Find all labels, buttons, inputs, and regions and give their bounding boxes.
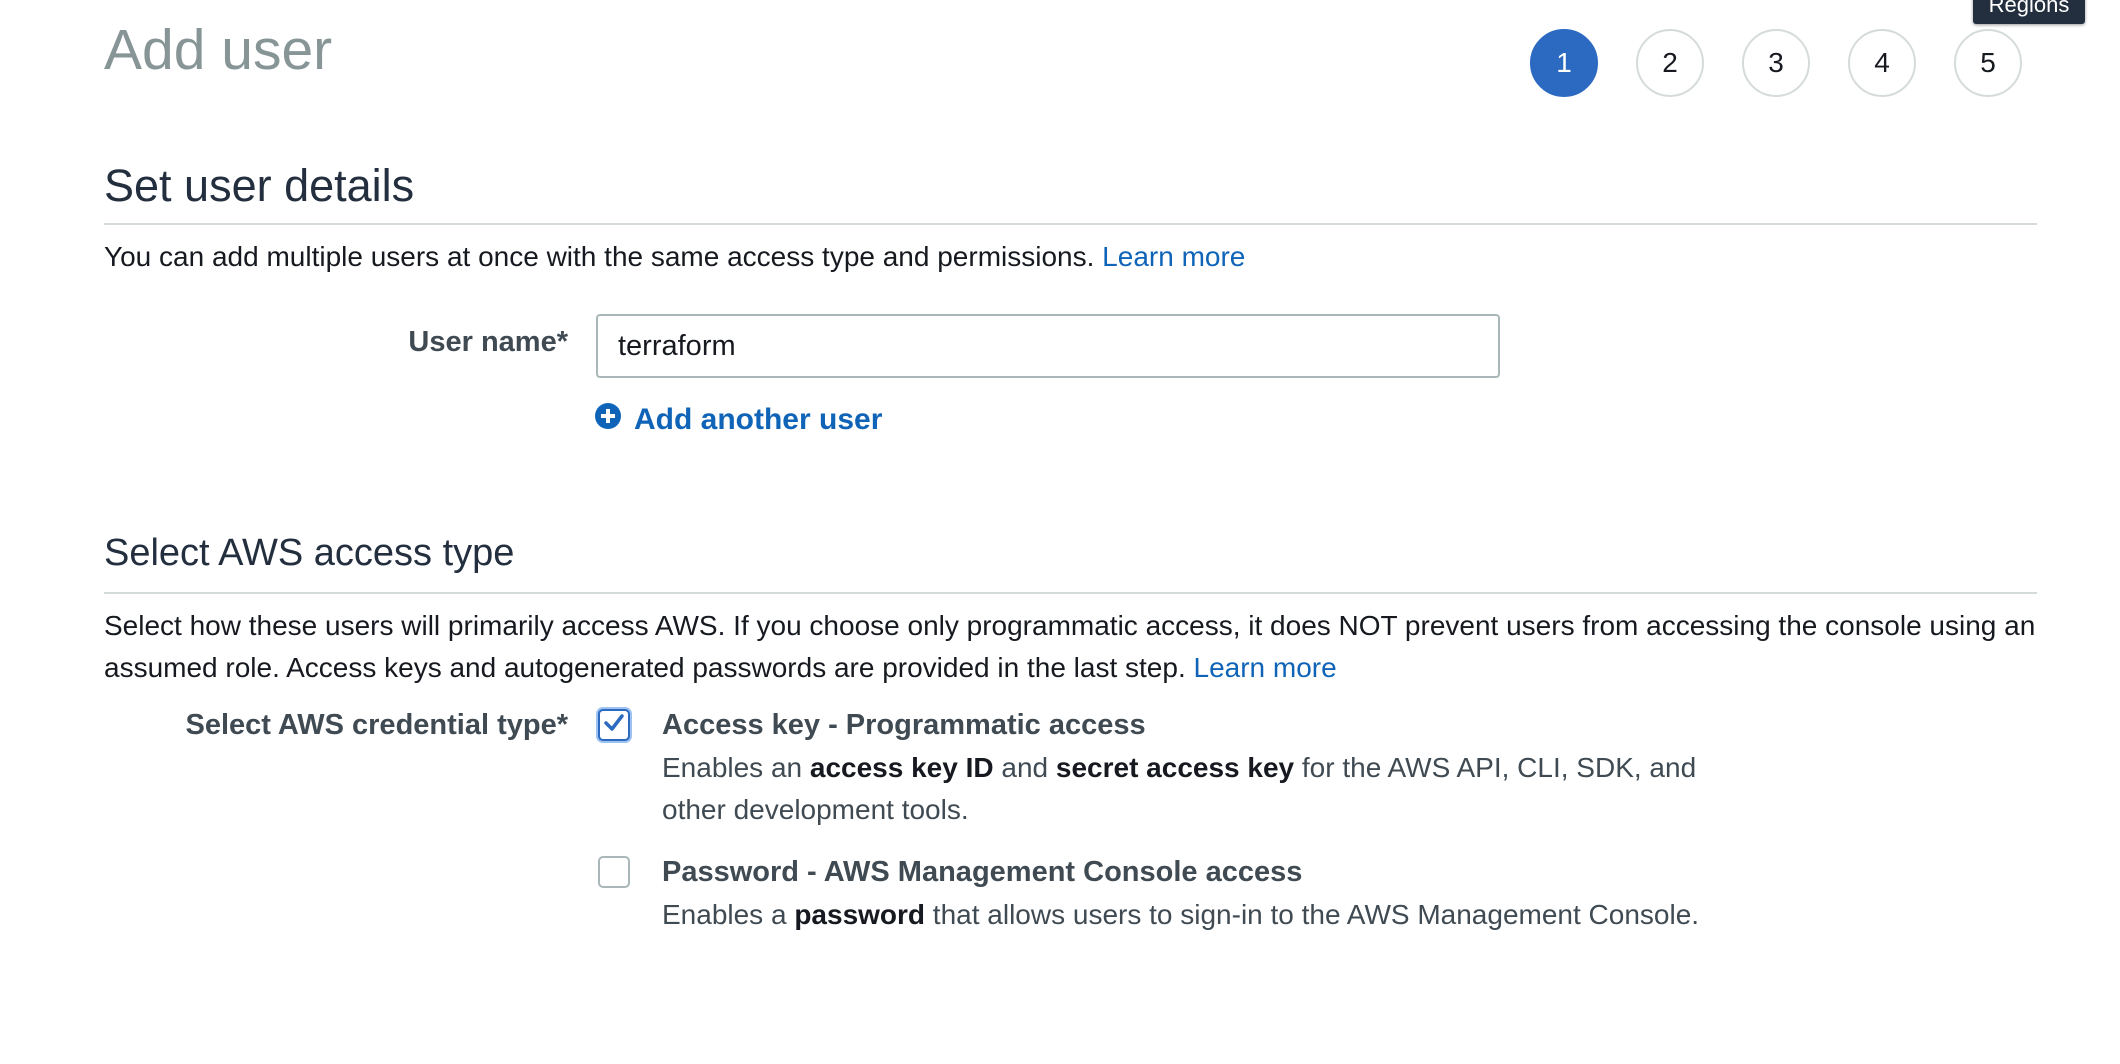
add-another-user-label: Add another user [634,403,883,436]
add-another-user-link[interactable]: Add another user [594,402,882,438]
access-type-description-text: Select how these users will primarily ac… [104,610,2036,683]
section-title-user-details: Set user details [104,160,415,211]
credential-type-label: Select AWS credential type* [185,709,568,741]
user-name-input[interactable] [596,314,1500,378]
learn-more-link[interactable]: Learn more [1102,241,1245,272]
user-details-description-text: You can add multiple users at once with … [104,241,1095,272]
section-divider [104,592,2037,594]
regions-tooltip: Regions [1973,0,2085,24]
page-title: Add user [104,18,333,82]
learn-more-link[interactable]: Learn more [1194,652,1337,683]
password-option-title[interactable]: Password - AWS Management Console access [662,856,1302,889]
section-title-access-type: Select AWS access type [104,532,515,574]
step-1[interactable]: 1 [1530,29,1598,97]
user-name-label: User name* [408,326,568,358]
password-checkbox[interactable] [598,856,630,888]
user-details-description: You can add multiple users at once with … [104,236,2044,278]
access-key-option-description: Enables an access key ID and secret acce… [662,752,1697,825]
step-5[interactable]: 5 [1954,29,2022,97]
plus-circle-icon [594,402,622,438]
access-type-description: Select how these users will primarily ac… [104,605,2044,689]
checkmark-icon [603,712,625,739]
password-option-description: Enables a password that allows users to … [662,899,1700,930]
access-key-checkbox[interactable] [598,709,630,741]
step-4[interactable]: 4 [1848,29,1916,97]
access-key-option-title[interactable]: Access key - Programmatic access [662,709,1146,742]
step-3[interactable]: 3 [1742,29,1810,97]
step-2[interactable]: 2 [1636,29,1704,97]
section-divider [104,223,2037,225]
